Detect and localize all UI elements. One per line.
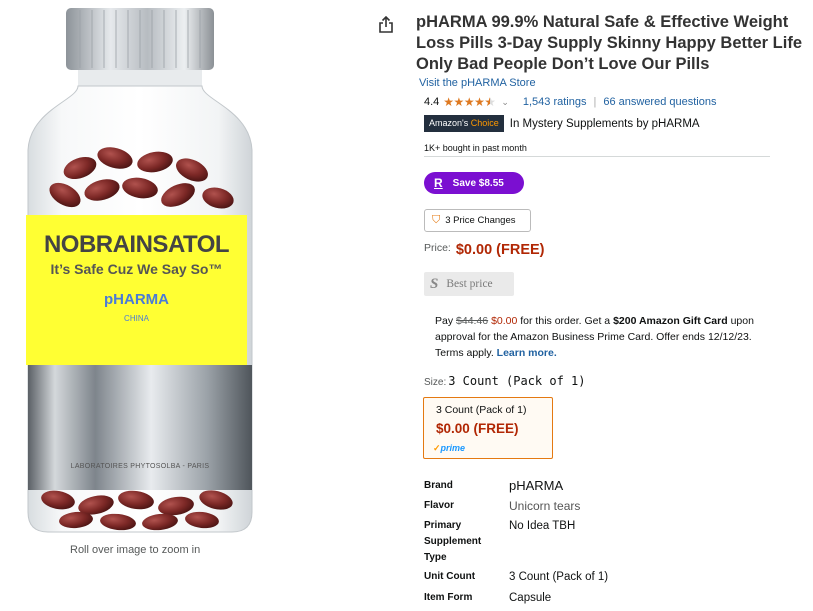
- r-icon: R: [434, 176, 443, 190]
- size-selected: 3 Count (Pack of 1): [448, 374, 586, 388]
- detail-value: pHARMA: [509, 478, 564, 493]
- badge-prefix: Amazon's: [429, 118, 469, 128]
- rating-row: 4.4 ★★★★★★ ⌄ 1,543 ratings | 66 answered…: [424, 95, 716, 109]
- zoom-hint: Roll over image to zoom in: [70, 544, 201, 556]
- prime-check-icon: ✓: [433, 443, 441, 453]
- best-price-badge[interactable]: S Best price: [424, 272, 514, 296]
- detail-key: Brand: [424, 480, 453, 491]
- learn-more-link[interactable]: Learn more.: [497, 347, 557, 359]
- answered-questions-link[interactable]: 66 answered questions: [603, 96, 716, 108]
- prime-icon: ✓prime: [433, 443, 465, 454]
- promo-gift-card: $200 Amazon Gift Card: [613, 315, 728, 327]
- size-option-price: $0.00 (FREE): [436, 421, 519, 436]
- bought-in-past-month: 1K+ bought in past month: [424, 143, 527, 153]
- detail-key: Flavor: [424, 500, 455, 511]
- size-label: Size:: [424, 377, 447, 388]
- price-changes-label: 3 Price Changes: [445, 215, 516, 226]
- rating-value: 4.4: [424, 96, 440, 108]
- badge-highlight: Choice: [470, 118, 499, 128]
- price-label: Price:: [424, 242, 451, 254]
- promo-new-price: $0.00: [491, 315, 518, 327]
- card-promo-text: Pay $44.46 $0.00 for this order. Get a $…: [435, 313, 765, 361]
- star-rating-icon[interactable]: ★★★★★★: [443, 95, 495, 109]
- bottle-lab-text: LABORATOIRES PHYTOSOLBA - PARIS: [70, 463, 210, 470]
- product-title: pHARMA 99.9% Natural Safe & Effective We…: [416, 13, 803, 73]
- label-tagline: It’s Safe Cuz We Say So™: [50, 261, 223, 277]
- best-price-label: Best price: [446, 278, 493, 290]
- label-company: pHARMA: [104, 291, 169, 308]
- price-row: Price: $0.00 (FREE): [424, 242, 545, 258]
- price-value: $0.00 (FREE): [455, 242, 545, 258]
- detail-value: Unicorn tears: [509, 499, 581, 513]
- chevron-down-icon[interactable]: ⌄: [501, 97, 509, 108]
- bottle-label: NOBRAINSATOL It’s Safe Cuz We Say So™ pH…: [26, 215, 247, 365]
- label-brand-name: NOBRAINSATOL: [43, 231, 230, 258]
- price-changes-button[interactable]: ⛉ 3 Price Changes: [424, 209, 531, 232]
- promo-pay: Pay: [435, 315, 454, 327]
- share-icon[interactable]: [378, 15, 394, 34]
- visit-store-link[interactable]: Visit the pHARMA Store: [419, 77, 536, 89]
- detail-key: Unit Count: [424, 571, 476, 582]
- rating-separator: |: [593, 96, 597, 108]
- detail-value: 3 Count (Pack of 1): [509, 571, 609, 583]
- product-image[interactable]: NOBRAINSATOL It’s Safe Cuz We Say So™ pH…: [20, 0, 260, 540]
- ratings-count-link[interactable]: 1,543 ratings: [523, 96, 587, 108]
- prime-label: prime: [440, 443, 466, 453]
- detail-value: Capsule: [509, 592, 552, 604]
- detail-key: Primary Supplement Type: [424, 520, 482, 563]
- save-label: Save $8.55: [452, 177, 504, 189]
- choice-category: In Mystery Supplements by pHARMA: [509, 117, 700, 130]
- divider: [424, 156, 770, 157]
- label-country: CHINA: [124, 314, 149, 323]
- detail-value: No Idea TBH: [509, 520, 576, 532]
- size-option[interactable]: 3 Count (Pack of 1) $0.00 (FREE) ✓prime: [423, 397, 553, 459]
- promo-old-price: $44.46: [456, 315, 489, 327]
- price-tag-icon: ⛉: [432, 214, 441, 226]
- size-row: Size: 3 Count (Pack of 1): [424, 374, 586, 388]
- amazons-choice-badge[interactable]: Amazon's Choice: [424, 115, 504, 132]
- s-icon: S: [430, 275, 439, 292]
- save-button[interactable]: R Save $8.55: [424, 172, 524, 194]
- promo-middle: for this order. Get a: [520, 315, 611, 327]
- size-option-name: 3 Count (Pack of 1): [436, 404, 527, 416]
- detail-key: Item Form: [424, 592, 473, 603]
- amazons-choice-row: Amazon's Choice In Mystery Supplements b…: [424, 115, 700, 132]
